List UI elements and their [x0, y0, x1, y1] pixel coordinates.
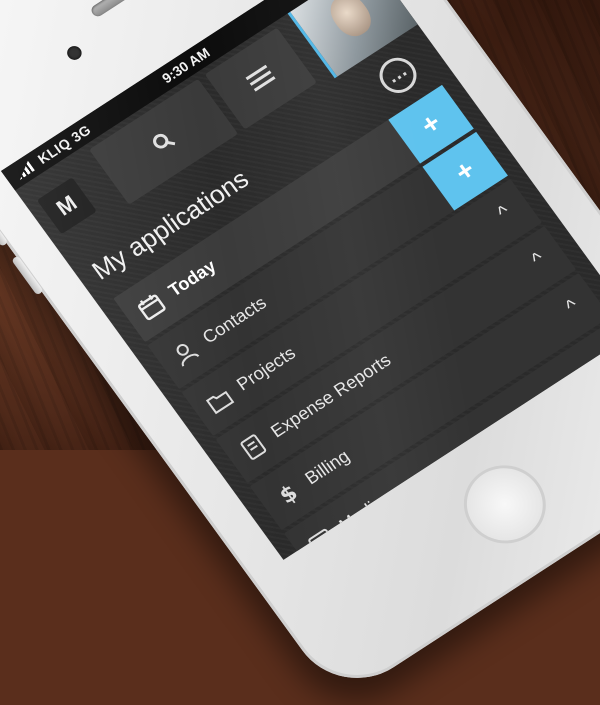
- person-icon: [176, 344, 200, 367]
- avatar-photo: [323, 0, 378, 43]
- expand-billing-button[interactable]: ^: [557, 292, 588, 322]
- receipt-icon: [240, 434, 267, 460]
- hamburger-menu-icon: [245, 64, 276, 92]
- plus-icon: +: [448, 153, 481, 188]
- folder-icon: [205, 390, 235, 415]
- ellipsis-circle-icon: …: [381, 59, 412, 89]
- earpiece-speaker: [89, 0, 171, 19]
- app-item-label: Today: [164, 256, 220, 301]
- app-logo-button[interactable]: M: [36, 177, 97, 235]
- app-item-label: Media: [335, 492, 389, 536]
- media-icon: [308, 528, 335, 554]
- phone-device: KLIQ 3G 9:30 AM M … My applications Toda…: [0, 0, 600, 703]
- calendar-icon: [138, 294, 166, 321]
- plus-icon: +: [414, 106, 447, 141]
- app-item-label: Projects: [232, 342, 300, 395]
- expand-projects-button[interactable]: ^: [488, 198, 519, 228]
- search-icon: [153, 133, 176, 149]
- expand-expense-reports-button[interactable]: ^: [522, 245, 553, 275]
- app-item-label: Billing: [301, 445, 354, 489]
- chevron-up-icon: ^: [493, 201, 515, 225]
- home-button: [447, 450, 562, 559]
- volume-up-button: [0, 206, 9, 247]
- dollar-icon: $: [275, 481, 303, 510]
- more-options-button[interactable]: …: [372, 50, 424, 100]
- chevron-up-icon: ^: [527, 248, 549, 272]
- chevron-up-icon: ^: [561, 295, 583, 319]
- front-camera: [64, 43, 85, 63]
- signal-strength-icon: [13, 161, 35, 181]
- logo-text: M: [51, 190, 82, 221]
- svg-text:$: $: [275, 481, 303, 510]
- app-item-label: Contacts: [198, 292, 271, 348]
